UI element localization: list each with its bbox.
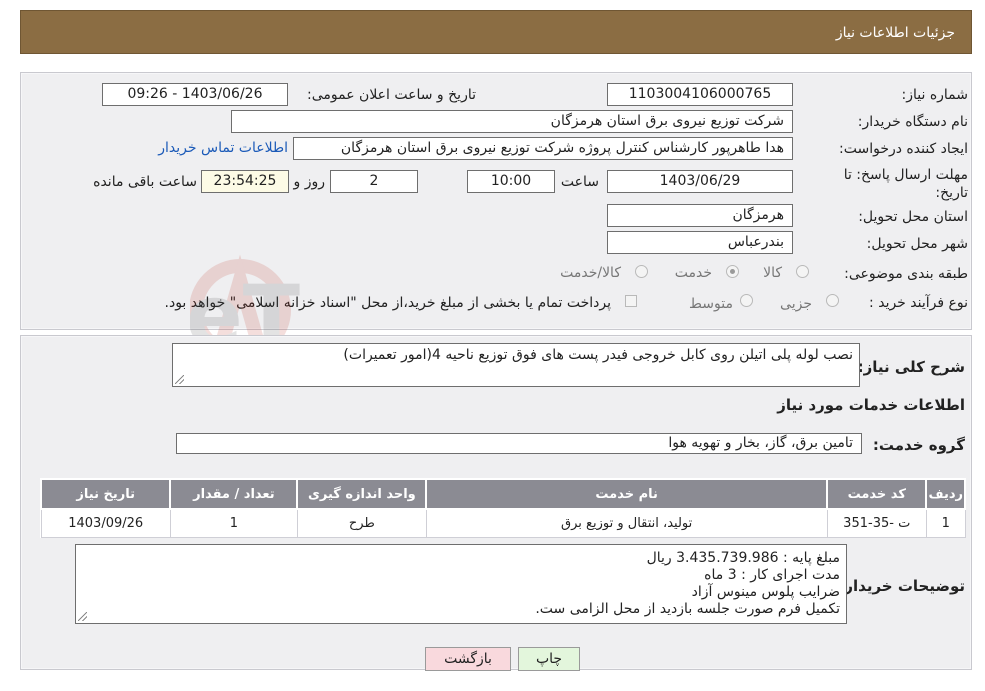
process-label: نوع فرآیند خرید : [869,295,968,311]
description-label: شرح کلی نیاز: [857,358,965,376]
process-radio-medium[interactable] [740,294,753,307]
buyer-contact-link[interactable]: اطلاعات تماس خریدار [158,140,288,156]
need-number-field: 1103004106000765 [607,83,793,106]
payment-note: پرداخت تمام یا بخشی از مبلغ خرید،از محل … [164,295,611,311]
province-label: استان محل تحویل: [858,209,968,225]
description-text: نصب لوله پلی اتیلن روی کابل خروجی فیدر پ… [343,347,853,363]
buyer-notes-field: مبلغ پایه : 3.435.739.986 ریال مدت اجرای… [75,544,847,624]
service-group-field: تامین برق، گاز، بخار و تهویه هوا [176,433,862,454]
category-option-goods-service: کالا/خدمت [560,265,621,281]
days-label: روز و [293,174,326,190]
category-label: طبقه بندی موضوعی: [844,266,968,282]
province-field: هرمزگان [607,204,793,227]
page-title: جزئیات اطلاعات نیاز [835,25,955,41]
category-radio-goods[interactable] [796,265,809,278]
description-field: نصب لوله پلی اتیلن روی کابل خروجی فیدر پ… [172,343,860,387]
announce-field: 1403/06/26 - 09:26 [102,83,288,106]
services-table: ردیف کد خدمت نام خدمت واحد اندازه گیری ت… [39,478,966,538]
resize-grip-icon [78,612,87,621]
services-section-title: اطلاعات خدمات مورد نیاز [777,396,965,414]
need-number-label: شماره نیاز: [901,87,969,103]
process-option-medium: متوسط [689,296,733,312]
resize-grip-icon [175,375,184,384]
remaining-label: ساعت باقی مانده [93,174,197,190]
days-field: 2 [330,170,418,193]
announce-label: تاریخ و ساعت اعلان عمومی: [307,87,476,103]
table-row: 1 ت -35-351 تولید، انتقال و توزیع برق طر… [40,508,966,538]
buyer-note-line: مدت اجرای کار : 3 ماه [704,567,840,583]
buyer-note-line: ضرایب پلوس مینوس آزاد [691,584,840,600]
header-need-date: تاریخ نیاز [39,478,172,510]
city-field: بندرعباس [607,231,793,254]
deadline-label: مهلت ارسال پاسخ: تا تاریخ: [843,167,968,201]
cell-service-code: ت -35-351 [826,508,927,538]
city-label: شهر محل تحویل: [866,236,968,252]
buyer-label: نام دستگاه خریدار: [857,114,968,130]
deadline-date-field: 1403/06/29 [607,170,793,193]
back-button[interactable]: بازگشت [425,647,511,671]
header-service-name: نام خدمت [425,478,829,510]
deadline-time-label: ساعت [560,174,599,190]
header-unit: واحد اندازه گیری [296,478,428,510]
remaining-time-field: 23:54:25 [201,170,289,193]
deadline-time-field: 10:00 [467,170,555,193]
cell-service-name: تولید، انتقال و توزیع برق [425,508,828,538]
cell-unit: طرح [296,508,427,538]
service-group-label: گروه خدمت: [872,436,965,454]
buyer-notes-label: توضیحات خریدار: [838,577,965,595]
buyer-field: شرکت توزیع نیروی برق استان هرمزگان [231,110,793,133]
buyer-note-line: تکمیل فرم صورت جلسه بازدید از محل الزامی… [535,601,840,617]
category-radio-goods-service[interactable] [635,265,648,278]
process-radio-partial[interactable] [826,294,839,307]
treasury-payment-checkbox[interactable] [625,295,637,307]
print-button[interactable]: چاپ [518,647,580,671]
header-service-code: کد خدمت [826,478,928,510]
header-quantity: تعداد / مقدار [169,478,299,510]
cell-quantity: 1 [169,508,298,538]
category-option-goods: کالا [763,265,782,281]
cell-need-date: 1403/09/26 [40,508,171,538]
services-table-header: ردیف کد خدمت نام خدمت واحد اندازه گیری ت… [39,478,966,510]
header-row-number: ردیف [925,478,966,510]
process-option-partial: جزیی [780,296,812,312]
creator-label: ایجاد کننده درخواست: [839,141,968,157]
buyer-note-line: مبلغ پایه : 3.435.739.986 ریال [646,550,840,566]
cell-row-number: 1 [925,508,966,538]
creator-field: هدا طاهرپور کارشناس کنترل پروژه شرکت توز… [293,137,793,160]
category-radio-service[interactable] [726,265,739,278]
page-title-bar: جزئیات اطلاعات نیاز [20,10,972,54]
category-option-service: خدمت [674,265,712,281]
